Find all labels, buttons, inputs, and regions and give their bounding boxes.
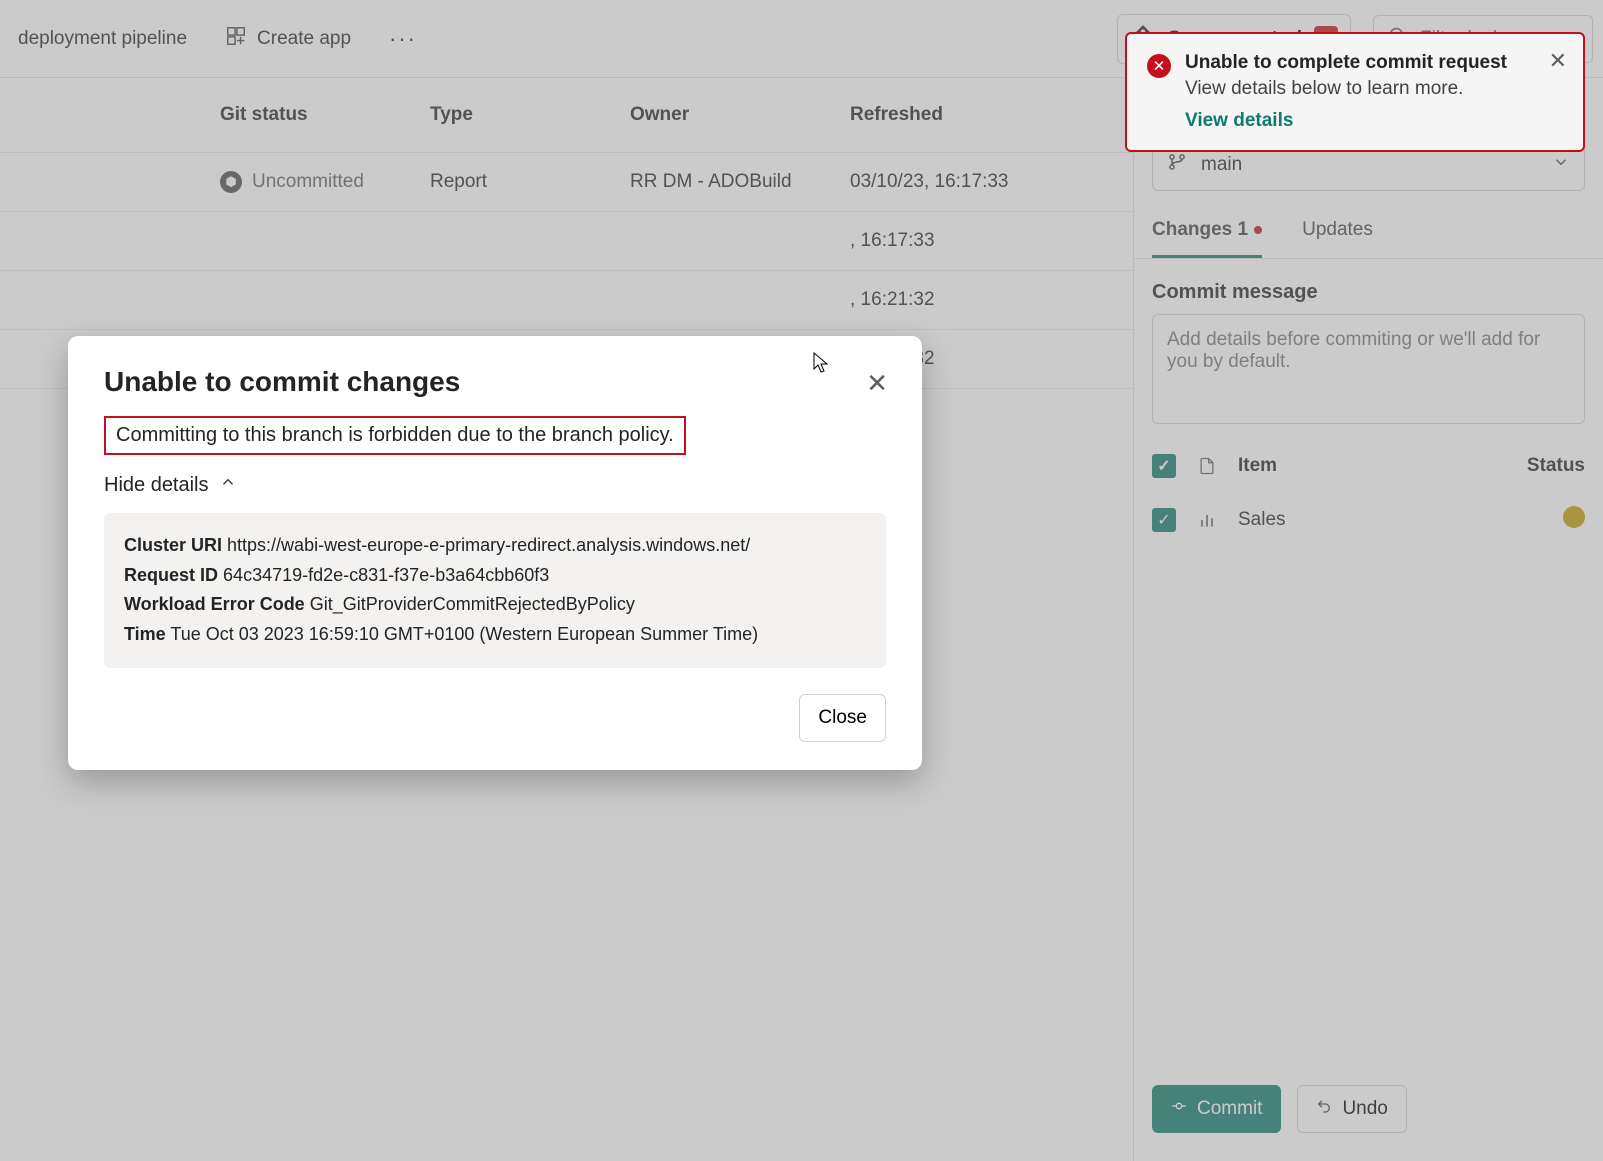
dialog-reason: Committing to this branch is forbidden d…: [104, 416, 686, 455]
dialog-title: Unable to commit changes: [104, 366, 886, 398]
cluster-uri-value: https://wabi-west-europe-e-primary-redir…: [227, 535, 750, 555]
error-code-label: Workload Error Code: [124, 594, 305, 614]
error-code-value: Git_GitProviderCommitRejectedByPolicy: [310, 594, 635, 614]
toast-view-details-link[interactable]: View details: [1185, 110, 1563, 132]
cluster-uri-label: Cluster URI: [124, 535, 222, 555]
toast-close-icon[interactable]: ✕: [1549, 48, 1567, 74]
details-pane: Cluster URI https://wabi-west-europe-e-p…: [104, 513, 886, 668]
dialog-close-button[interactable]: Close: [799, 694, 886, 742]
time-value: Tue Oct 03 2023 16:59:10 GMT+0100 (Weste…: [170, 624, 758, 644]
cursor-icon: [813, 352, 829, 379]
toast-body: View details below to learn more.: [1185, 78, 1563, 100]
details-toggle-label: Hide details: [104, 474, 209, 497]
request-id-value: 64c34719-fd2e-c831-f37e-b3a64cbb60f3: [223, 565, 549, 585]
time-label: Time: [124, 624, 166, 644]
error-toast: ✕ Unable to complete commit request View…: [1125, 32, 1585, 152]
toast-title: Unable to complete commit request: [1185, 52, 1563, 74]
error-dialog: ✕ Unable to commit changes Committing to…: [68, 336, 922, 770]
dialog-close-label: Close: [818, 707, 867, 729]
details-toggle[interactable]: Hide details: [104, 473, 886, 497]
chevron-up-icon: [219, 473, 237, 497]
error-icon: ✕: [1147, 54, 1171, 78]
request-id-label: Request ID: [124, 565, 218, 585]
dialog-close-icon[interactable]: ✕: [866, 368, 888, 399]
